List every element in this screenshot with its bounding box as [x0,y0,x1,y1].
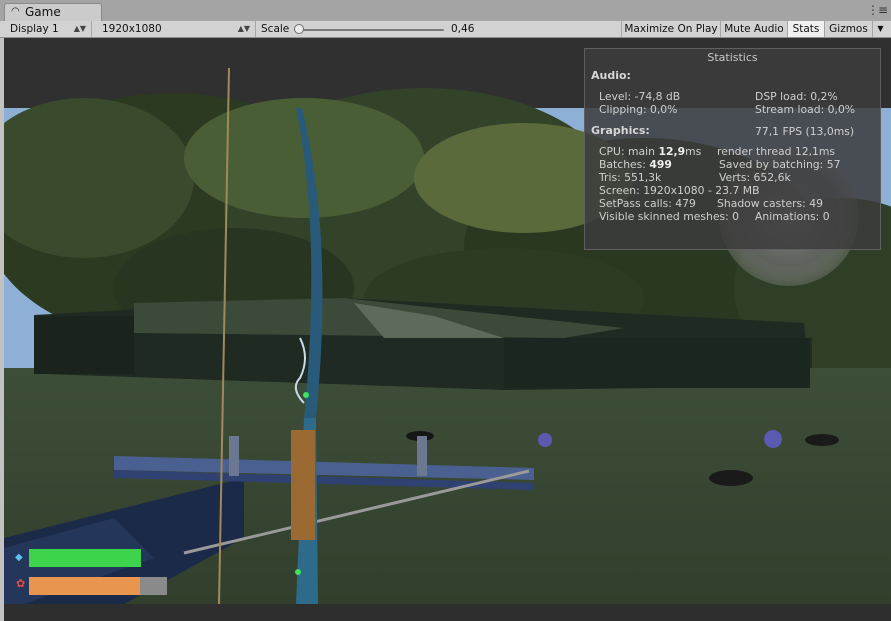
scale-value: 0,46 [451,23,475,35]
letterbox-bottom [4,604,891,621]
dropdown-arrow-icon: ▲▼ [73,24,86,33]
game-toolbar: Display 1 ▲▼ 1920x1080 ▲▼ Scale 0,46 Max… [0,21,891,38]
cpu-main: CPU: main 12,9ms [599,145,702,158]
dropdown-arrow-icon: ▲▼ [237,24,250,33]
screen-info: Screen: 1920x1080 - 23.7 MB [599,184,760,197]
audio-header: Audio: [591,69,631,82]
resolution-value: 1920x1080 [102,23,162,35]
audio-level: Level: -74,8 dB [599,90,681,103]
tris: Tris: 551,3k [599,171,662,184]
graphics-header: Graphics: [591,124,650,137]
health-bar [29,549,141,567]
tab-label: Game [25,5,61,19]
visible-skinned-meshes: Visible skinned meshes: 0 [599,210,740,223]
maximize-on-play-button[interactable]: Maximize On Play [621,21,720,37]
scale-label: Scale [261,23,290,35]
unity-game-icon: ◠ [11,6,20,17]
tab-bar: ◠ Game ⋮≡ [0,0,891,21]
resolution-dropdown[interactable]: 1920x1080 ▲▼ [96,21,256,37]
stamina-icon: ✿ [16,577,26,590]
gizmos-button[interactable]: Gizmos [824,21,872,37]
scale-slider-track[interactable] [302,29,444,31]
mute-audio-button[interactable]: Mute Audio [720,21,787,37]
setpass-calls: SetPass calls: 479 [599,197,696,210]
saved-by-batching: Saved by batching: 57 [719,158,841,171]
fps-readout: 77,1 FPS (13,0ms) [755,125,855,138]
stream-load: Stream load: 0,0% [755,103,856,116]
gizmos-dropdown-icon[interactable]: ▼ [872,21,888,37]
batches: Batches: 499 [599,158,672,171]
audio-clipping: Clipping: 0,0% [599,103,678,116]
more-options-icon[interactable]: ⋮≡ [867,3,888,17]
health-icon: ◆ [15,552,23,563]
display-dropdown[interactable]: Display 1 ▲▼ [4,21,92,37]
verts: Verts: 652,6k [719,171,791,184]
display-value: Display 1 [10,23,59,35]
statistics-panel: Statistics Audio: Level: -74,8 dB DSP lo… [584,48,881,250]
animations: Animations: 0 [755,210,830,223]
scale-slider-thumb[interactable] [294,24,304,34]
stamina-bar [29,577,140,595]
dsp-load: DSP load: 0,2% [755,90,838,103]
shadow-casters: Shadow casters: 49 [717,197,823,210]
stats-button[interactable]: Stats [787,21,824,37]
statistics-title: Statistics [707,51,758,64]
render-thread: render thread 12,1ms [717,145,836,158]
tab-game[interactable]: ◠ Game [4,3,102,21]
